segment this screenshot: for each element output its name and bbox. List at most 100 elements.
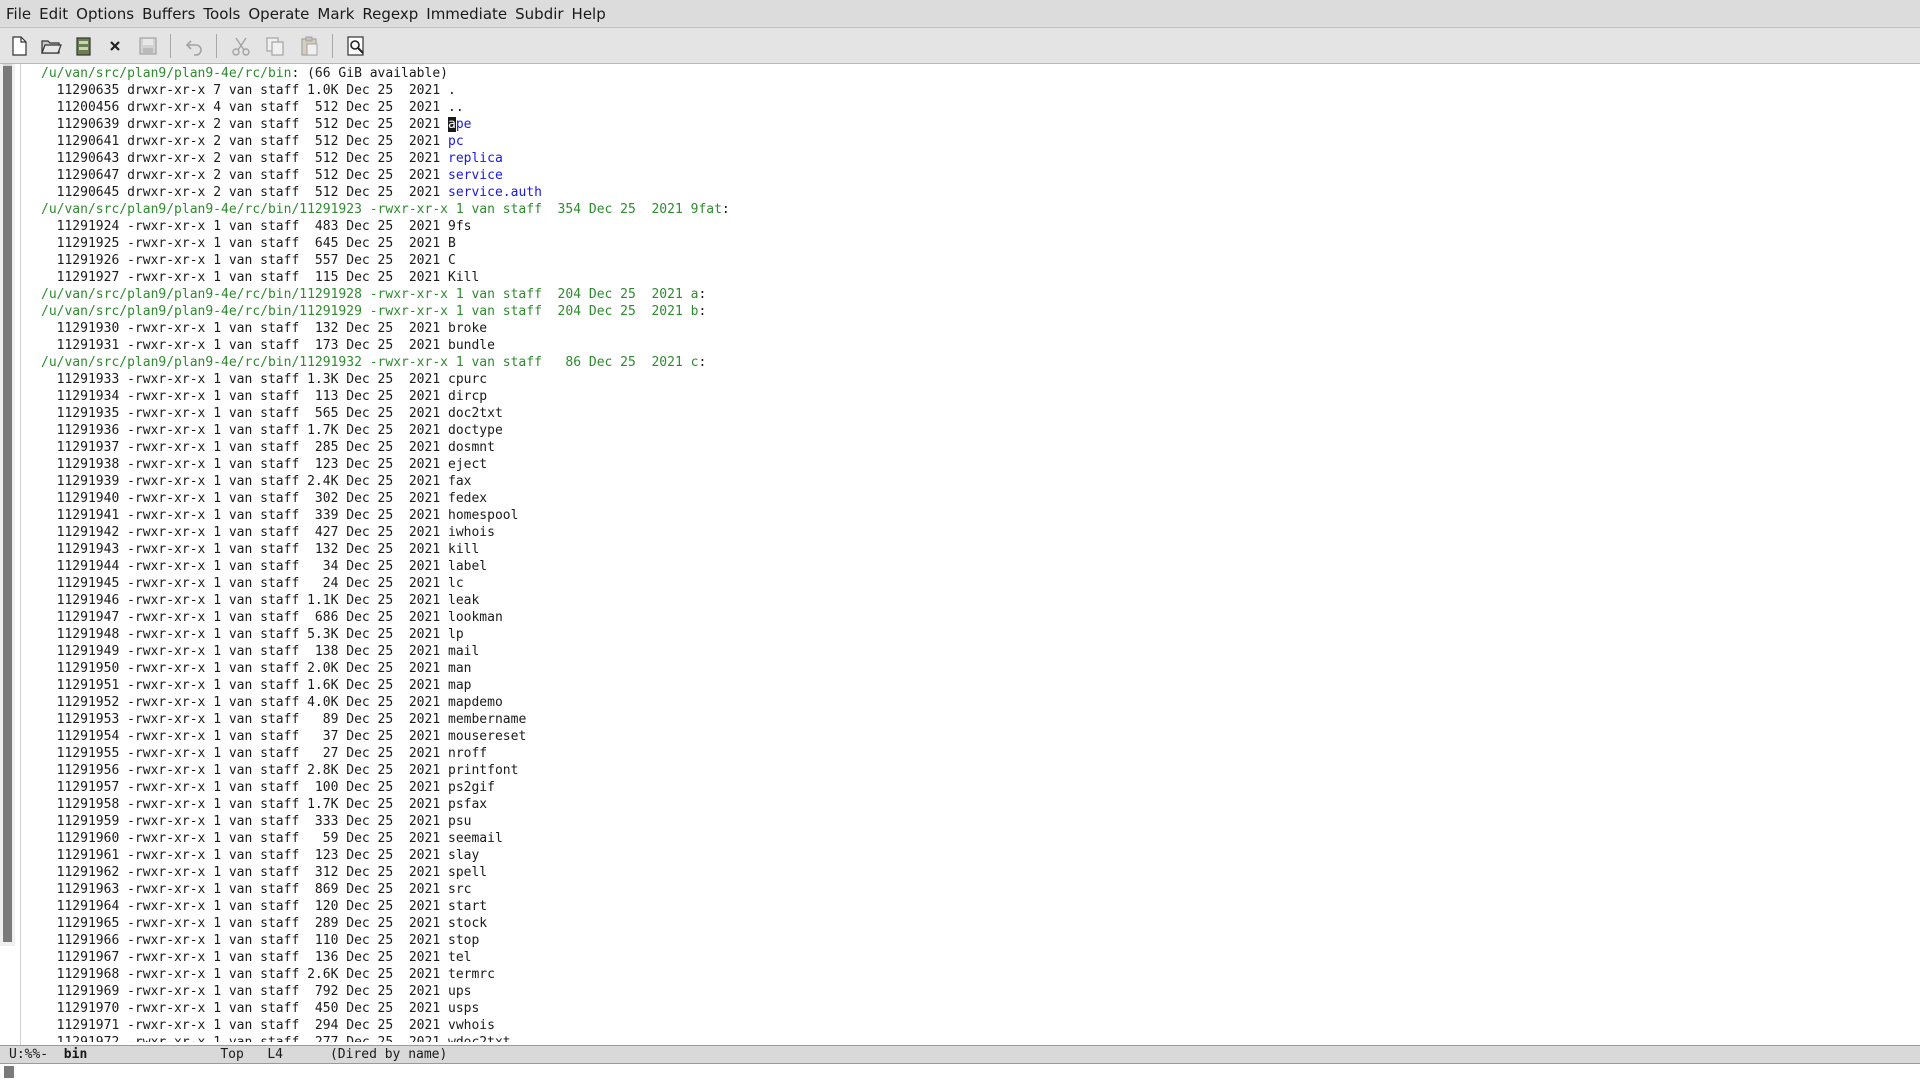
- file-name[interactable]: psu: [448, 814, 471, 829]
- close-icon[interactable]: [102, 33, 128, 59]
- file-name[interactable]: .: [448, 83, 456, 98]
- menu-options[interactable]: Options: [74, 0, 140, 28]
- file-entry-line[interactable]: 11291931 -rwxr-xr-x 1 van staff 173 Dec …: [41, 337, 1911, 354]
- file-name[interactable]: wdoc2txt: [448, 1035, 511, 1042]
- cut-icon[interactable]: [228, 33, 254, 59]
- file-name[interactable]: doc2txt: [448, 406, 503, 421]
- file-name[interactable]: bundle: [448, 338, 495, 353]
- modeline-major-mode[interactable]: (Dired by name): [330, 1047, 447, 1062]
- scrollbar-thumb[interactable]: [3, 66, 12, 942]
- file-name[interactable]: seemail: [448, 831, 503, 846]
- file-entry-line[interactable]: 11291969 -rwxr-xr-x 1 van staff 792 Dec …: [41, 983, 1911, 1000]
- file-entry-line[interactable]: 11291925 -rwxr-xr-x 1 van staff 645 Dec …: [41, 235, 1911, 252]
- file-name[interactable]: C: [448, 253, 456, 268]
- modeline-buffer-name[interactable]: bin: [64, 1047, 87, 1062]
- file-entry-line[interactable]: 11291948 -rwxr-xr-x 1 van staff 5.3K Dec…: [41, 626, 1911, 643]
- file-entry-line[interactable]: 11291955 -rwxr-xr-x 1 van staff 27 Dec 2…: [41, 745, 1911, 762]
- subdir-header-line[interactable]: /u/van/src/plan9/plan9-4e/rc/bin/1129192…: [41, 303, 1911, 320]
- file-entry-line[interactable]: 11290643 drwxr-xr-x 2 van staff 512 Dec …: [41, 150, 1911, 167]
- file-entry-line[interactable]: 11291951 -rwxr-xr-x 1 van staff 1.6K Dec…: [41, 677, 1911, 694]
- file-entry-line[interactable]: 11291947 -rwxr-xr-x 1 van staff 686 Dec …: [41, 609, 1911, 626]
- search-icon[interactable]: [343, 33, 369, 59]
- file-entry-line[interactable]: 11291960 -rwxr-xr-x 1 van staff 59 Dec 2…: [41, 830, 1911, 847]
- file-name[interactable]: psfax: [448, 797, 487, 812]
- open-directory-icon[interactable]: [70, 33, 96, 59]
- file-name[interactable]: dircp: [448, 389, 487, 404]
- file-name[interactable]: vwhois: [448, 1018, 495, 1033]
- new-file-icon[interactable]: [6, 33, 32, 59]
- file-entry-line[interactable]: 11290647 drwxr-xr-x 2 van staff 512 Dec …: [41, 167, 1911, 184]
- file-entry-line[interactable]: 11291972 -rwxr-xr-x 1 van staff 277 Dec …: [41, 1034, 1911, 1042]
- file-name[interactable]: lookman: [448, 610, 503, 625]
- file-name[interactable]: doctype: [448, 423, 503, 438]
- file-entry-line[interactable]: 11291938 -rwxr-xr-x 1 van staff 123 Dec …: [41, 456, 1911, 473]
- file-name[interactable]: cpurc: [448, 372, 487, 387]
- file-name[interactable]: printfont: [448, 763, 518, 778]
- file-name[interactable]: homespool: [448, 508, 518, 523]
- file-name[interactable]: slay: [448, 848, 479, 863]
- file-name[interactable]: src: [448, 882, 471, 897]
- file-entry-line[interactable]: 11291930 -rwxr-xr-x 1 van staff 132 Dec …: [41, 320, 1911, 337]
- file-entry-line[interactable]: 11291940 -rwxr-xr-x 1 van staff 302 Dec …: [41, 490, 1911, 507]
- file-entry-line[interactable]: 11291939 -rwxr-xr-x 1 van staff 2.4K Dec…: [41, 473, 1911, 490]
- subdir-header-line[interactable]: /u/van/src/plan9/plan9-4e/rc/bin/1129192…: [41, 286, 1911, 303]
- file-name[interactable]: eject: [448, 457, 487, 472]
- menu-tools[interactable]: Tools: [201, 0, 246, 28]
- file-name[interactable]: mail: [448, 644, 479, 659]
- file-entry-line[interactable]: 11290639 drwxr-xr-x 2 van staff 512 Dec …: [41, 116, 1911, 133]
- file-entry-line[interactable]: 11291956 -rwxr-xr-x 1 van staff 2.8K Dec…: [41, 762, 1911, 779]
- menu-immediate[interactable]: Immediate: [424, 0, 513, 28]
- file-name[interactable]: membername: [448, 712, 526, 727]
- file-name[interactable]: map: [448, 678, 471, 693]
- file-entry-line[interactable]: 11291966 -rwxr-xr-x 1 van staff 110 Dec …: [41, 932, 1911, 949]
- subdir-header-path[interactable]: /u/van/src/plan9/plan9-4e/rc/bin: [41, 66, 291, 81]
- file-entry-line[interactable]: 11291927 -rwxr-xr-x 1 van staff 115 Dec …: [41, 269, 1911, 286]
- file-name[interactable]: stop: [448, 933, 479, 948]
- save-icon[interactable]: [135, 33, 161, 59]
- menu-buffers[interactable]: Buffers: [140, 0, 201, 28]
- file-name[interactable]: mousereset: [448, 729, 526, 744]
- file-entry-line[interactable]: 11291957 -rwxr-xr-x 1 van staff 100 Dec …: [41, 779, 1911, 796]
- file-entry-line[interactable]: 11291959 -rwxr-xr-x 1 van staff 333 Dec …: [41, 813, 1911, 830]
- file-name[interactable]: lp: [448, 627, 464, 642]
- file-entry-line[interactable]: 11291935 -rwxr-xr-x 1 van staff 565 Dec …: [41, 405, 1911, 422]
- open-folder-icon[interactable]: [38, 33, 64, 59]
- file-entry-line[interactable]: 11291942 -rwxr-xr-x 1 van staff 427 Dec …: [41, 524, 1911, 541]
- file-entry-line[interactable]: 11291950 -rwxr-xr-x 1 van staff 2.0K Dec…: [41, 660, 1911, 677]
- subdir-header-path[interactable]: /u/van/src/plan9/plan9-4e/rc/bin/1129192…: [41, 304, 698, 319]
- file-entry-line[interactable]: 11291970 -rwxr-xr-x 1 van staff 450 Dec …: [41, 1000, 1911, 1017]
- file-entry-line[interactable]: 11290645 drwxr-xr-x 2 van staff 512 Dec …: [41, 184, 1911, 201]
- file-name[interactable]: usps: [448, 1001, 479, 1016]
- mode-line[interactable]: U:%%- bin Top L4 (Dired by name): [0, 1045, 1920, 1064]
- file-name[interactable]: leak: [448, 593, 479, 608]
- file-entry-line[interactable]: 11291964 -rwxr-xr-x 1 van staff 120 Dec …: [41, 898, 1911, 915]
- file-name[interactable]: 9fs: [448, 219, 471, 234]
- file-entry-line[interactable]: 11291965 -rwxr-xr-x 1 van staff 289 Dec …: [41, 915, 1911, 932]
- file-name[interactable]: termrc: [448, 967, 495, 982]
- file-name[interactable]: label: [448, 559, 487, 574]
- file-name[interactable]: kill: [448, 542, 479, 557]
- file-name[interactable]: iwhois: [448, 525, 495, 540]
- file-name[interactable]: Kill: [448, 270, 479, 285]
- file-entry-line[interactable]: 11291962 -rwxr-xr-x 1 van staff 312 Dec …: [41, 864, 1911, 881]
- file-entry-line[interactable]: 11291945 -rwxr-xr-x 1 van staff 24 Dec 2…: [41, 575, 1911, 592]
- menu-help[interactable]: Help: [570, 0, 612, 28]
- subdir-header-line[interactable]: /u/van/src/plan9/plan9-4e/rc/bin: (66 Gi…: [41, 65, 1911, 82]
- file-entry-line[interactable]: 11291941 -rwxr-xr-x 1 van staff 339 Dec …: [41, 507, 1911, 524]
- menu-operate[interactable]: Operate: [246, 0, 315, 28]
- file-entry-line[interactable]: 11291943 -rwxr-xr-x 1 van staff 132 Dec …: [41, 541, 1911, 558]
- copy-icon[interactable]: [262, 33, 288, 59]
- subdir-header-path[interactable]: /u/van/src/plan9/plan9-4e/rc/bin/1129192…: [41, 202, 722, 217]
- file-name[interactable]: tel: [448, 950, 471, 965]
- file-entry-line[interactable]: 11291949 -rwxr-xr-x 1 van staff 138 Dec …: [41, 643, 1911, 660]
- menu-subdir[interactable]: Subdir: [513, 0, 569, 28]
- file-entry-line[interactable]: 11291946 -rwxr-xr-x 1 van staff 1.1K Dec…: [41, 592, 1911, 609]
- file-entry-line[interactable]: 11291953 -rwxr-xr-x 1 van staff 89 Dec 2…: [41, 711, 1911, 728]
- file-entry-line[interactable]: 11290641 drwxr-xr-x 2 van staff 512 Dec …: [41, 133, 1911, 150]
- file-name[interactable]: fax: [448, 474, 471, 489]
- file-name[interactable]: spell: [448, 865, 487, 880]
- file-name[interactable]: dosmnt: [448, 440, 495, 455]
- file-entry-line[interactable]: 11291963 -rwxr-xr-x 1 van staff 869 Dec …: [41, 881, 1911, 898]
- file-name[interactable]: ps2gif: [448, 780, 495, 795]
- file-name[interactable]: fedex: [448, 491, 487, 506]
